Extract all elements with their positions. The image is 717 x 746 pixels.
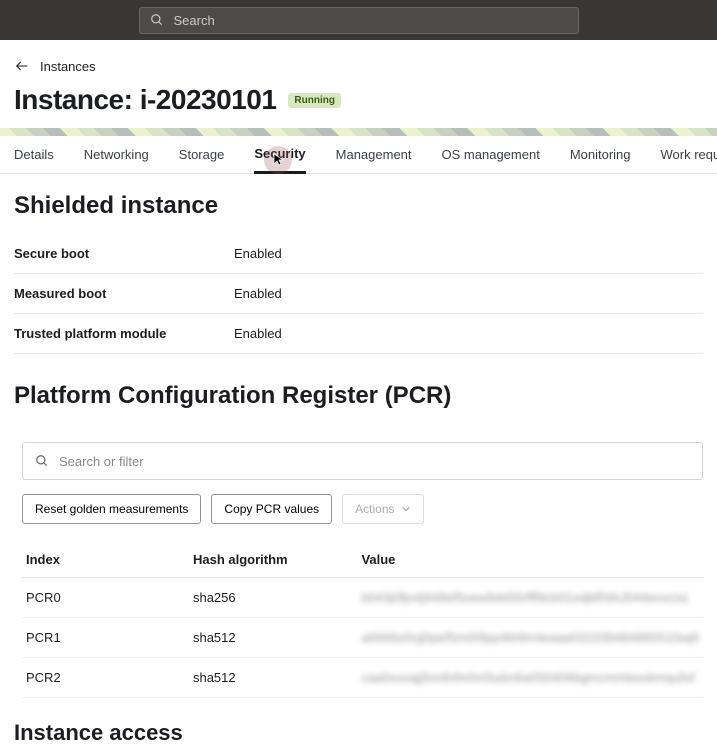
tab-os-management[interactable]: OS management bbox=[442, 137, 540, 172]
pcr-hash: sha256 bbox=[189, 578, 357, 618]
measured-boot-value: Enabled bbox=[234, 274, 703, 314]
pcr-button-row: Reset golden measurements Copy PCR value… bbox=[22, 494, 703, 524]
search-icon bbox=[35, 454, 49, 468]
pcr-value: a6666z0cjj0pef5m00fpp4khfm4eaaa031039484… bbox=[357, 618, 703, 658]
table-row: Measured boot Enabled bbox=[14, 274, 703, 314]
chevron-down-icon bbox=[401, 504, 411, 514]
status-badge: Running bbox=[288, 93, 341, 108]
pcr-value: b043j0fjo4j948ef5oewfekl05rfff9cb01sdj6f… bbox=[357, 578, 703, 618]
instance-access-section: Instance access bbox=[0, 698, 717, 746]
breadcrumb-instances-link[interactable]: Instances bbox=[40, 59, 96, 74]
topbar bbox=[0, 0, 717, 40]
table-row: PCR1 sha512 a6666z0cjj0pef5m00fpp4khfm4e… bbox=[22, 618, 703, 658]
secure-boot-label: Secure boot bbox=[14, 234, 234, 274]
table-row: PCR0 sha256 b043j0fjo4j948ef5oewfekl05rf… bbox=[22, 578, 703, 618]
global-search[interactable] bbox=[139, 7, 579, 34]
col-value: Value bbox=[357, 542, 703, 578]
page-title: Instance: i-20230101 bbox=[14, 84, 276, 116]
page-header: Instance: i-20230101 Running bbox=[0, 84, 717, 128]
pcr-hash: sha512 bbox=[189, 658, 357, 698]
col-index: Index bbox=[22, 542, 189, 578]
tpm-value: Enabled bbox=[234, 314, 703, 354]
tab-work-requests[interactable]: Work requests bbox=[661, 137, 717, 172]
pcr-hash: sha512 bbox=[189, 618, 357, 658]
shielded-instance-section: Shielded instance Secure boot Enabled Me… bbox=[0, 174, 717, 364]
arrow-left-icon bbox=[14, 58, 30, 74]
pcr-section: Reset golden measurements Copy PCR value… bbox=[0, 424, 717, 698]
tabs: Details Networking Storage Security Mana… bbox=[0, 136, 717, 174]
reset-golden-measurements-button[interactable]: Reset golden measurements bbox=[22, 494, 201, 524]
shielded-heading: Shielded instance bbox=[14, 192, 703, 220]
actions-label: Actions bbox=[355, 502, 394, 516]
table-row: PCR2 sha512 caa0sssajj5nnfofmhn5iubn6a05… bbox=[22, 658, 703, 698]
col-hash: Hash algorithm bbox=[189, 542, 357, 578]
table-row: Secure boot Enabled bbox=[14, 234, 703, 274]
secure-boot-value: Enabled bbox=[234, 234, 703, 274]
search-input[interactable] bbox=[174, 13, 568, 28]
tab-storage[interactable]: Storage bbox=[179, 137, 225, 172]
pcr-heading-section: Platform Configuration Register (PCR) bbox=[0, 364, 717, 410]
pcr-value: caa0sssajj5nnfofmhn5iubn6a050406bgmcmmbo… bbox=[357, 658, 703, 698]
tab-management[interactable]: Management bbox=[336, 137, 412, 172]
pcr-index: PCR2 bbox=[22, 658, 189, 698]
pcr-filter-input[interactable] bbox=[59, 454, 690, 469]
pcr-index: PCR0 bbox=[22, 578, 189, 618]
pcr-filter[interactable] bbox=[22, 442, 703, 480]
decorative-stripe bbox=[0, 128, 717, 136]
measured-boot-label: Measured boot bbox=[14, 274, 234, 314]
tab-details[interactable]: Details bbox=[14, 137, 54, 172]
pcr-table: Index Hash algorithm Value PCR0 sha256 b… bbox=[22, 542, 703, 698]
actions-dropdown-button[interactable]: Actions bbox=[342, 494, 423, 524]
pcr-index: PCR1 bbox=[22, 618, 189, 658]
copy-pcr-values-button[interactable]: Copy PCR values bbox=[211, 494, 332, 524]
shielded-table: Secure boot Enabled Measured boot Enable… bbox=[14, 234, 703, 354]
breadcrumb[interactable]: Instances bbox=[0, 40, 717, 84]
table-row: Trusted platform module Enabled bbox=[14, 314, 703, 354]
search-icon bbox=[150, 13, 164, 27]
tab-networking[interactable]: Networking bbox=[84, 137, 149, 172]
pcr-heading: Platform Configuration Register (PCR) bbox=[14, 382, 703, 410]
instance-access-heading: Instance access bbox=[14, 720, 703, 746]
tab-monitoring[interactable]: Monitoring bbox=[570, 137, 631, 172]
tpm-label: Trusted platform module bbox=[14, 314, 234, 354]
tab-security[interactable]: Security bbox=[254, 136, 305, 174]
